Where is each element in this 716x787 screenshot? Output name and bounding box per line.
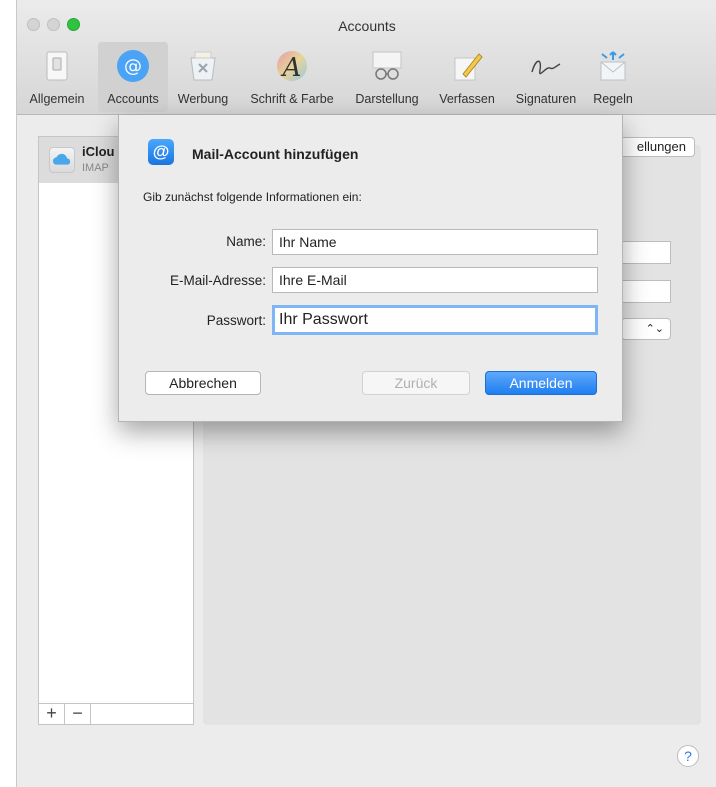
switch-icon (46, 51, 68, 81)
toolbar-item-allgemein[interactable]: Allgemein (19, 42, 95, 112)
name-input[interactable] (272, 229, 598, 255)
svg-text:A: A (281, 53, 302, 83)
toolbar-item-darstellung[interactable]: Darstellung (345, 42, 429, 112)
detail-field[interactable] (621, 241, 671, 264)
help-button[interactable]: ? (677, 745, 699, 767)
add-account-button[interactable]: + (39, 704, 65, 724)
add-account-sheet: @ Mail-Account hinzufügen Gib zunächst f… (118, 115, 623, 422)
icloud-icon (49, 147, 75, 173)
glasses-icon (372, 51, 402, 80)
toolbar-item-schrift-farbe[interactable]: A Schrift & Farbe (241, 42, 343, 112)
email-label: E-Mail-Adresse: (169, 273, 266, 288)
at-sign-icon: @ (117, 50, 149, 82)
rules-envelope-icon (600, 51, 626, 81)
sign-in-button[interactable]: Anmelden (485, 371, 597, 395)
trash-junk-icon (190, 51, 216, 81)
pencil-paper-icon (454, 53, 483, 81)
toolbar-item-signaturen[interactable]: Signaturen (508, 42, 584, 112)
detail-field[interactable] (621, 280, 671, 303)
password-label: Passwort: (206, 313, 266, 328)
toolbar-item-regeln[interactable]: Regeln (586, 42, 640, 112)
account-list-buttons: + − (38, 703, 194, 725)
sheet-instructions: Gib zunächst folgende Informationen ein: (143, 190, 362, 204)
name-label: Name: (226, 234, 266, 249)
account-name: iClou (82, 144, 115, 159)
signature-icon (531, 60, 561, 75)
account-type: IMAP (82, 162, 109, 174)
toolbar-item-accounts[interactable]: @ Accounts (98, 42, 168, 112)
password-input[interactable] (272, 305, 598, 335)
cancel-button[interactable]: Abbrechen (145, 371, 261, 395)
server-settings-button[interactable]: ellungen (617, 137, 695, 157)
font-color-icon: A (277, 51, 307, 83)
window-title: Accounts (338, 18, 396, 34)
detail-select[interactable]: ⌃⌄ (621, 318, 671, 340)
sheet-title: Mail-Account hinzufügen (192, 146, 359, 162)
toolbar-item-werbung[interactable]: Werbung (170, 42, 236, 112)
toolbar-item-verfassen[interactable]: Verfassen (431, 42, 503, 112)
toolbar: Accounts Allgemein @ Accounts Werbung A … (17, 0, 716, 115)
remove-account-button[interactable]: − (65, 704, 91, 724)
mail-at-icon: @ (148, 139, 174, 165)
back-button[interactable]: Zurück (362, 371, 470, 395)
email-input[interactable] (272, 267, 598, 293)
svg-text:@: @ (124, 56, 142, 77)
